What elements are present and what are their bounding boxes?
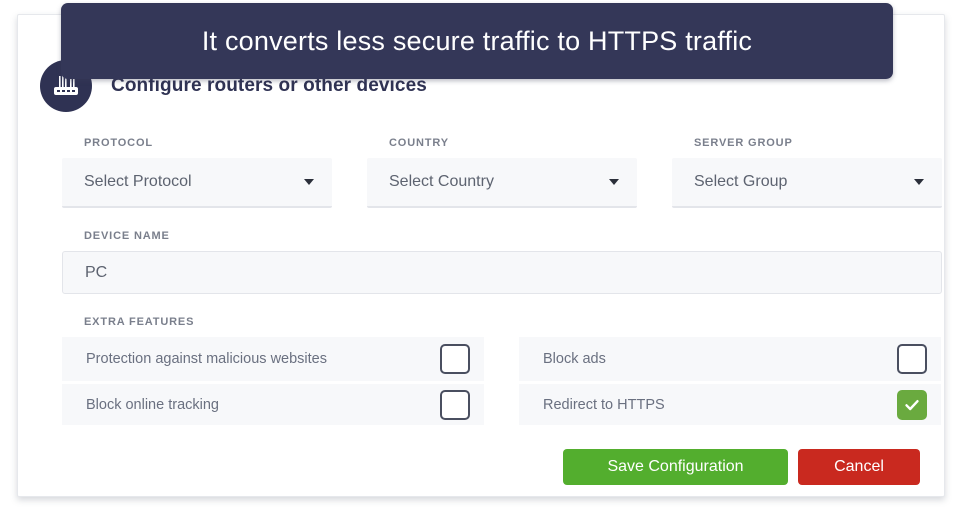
- device-name-input[interactable]: PC: [62, 251, 942, 294]
- feature-row[interactable]: Redirect to HTTPS: [519, 381, 941, 425]
- tooltip-callout: It converts less secure traffic to HTTPS…: [61, 3, 893, 79]
- cancel-button[interactable]: Cancel: [798, 449, 920, 485]
- device-name-field: DEVICE NAME PC: [62, 230, 942, 294]
- extra-features-list: Protection against malicious websites Bl…: [62, 337, 942, 425]
- country-select[interactable]: Select Country: [367, 158, 637, 208]
- protocol-label: PROTOCOL: [84, 137, 153, 149]
- protocol-select-value: Select Protocol: [84, 173, 192, 190]
- device-name-value: PC: [85, 263, 108, 281]
- device-config-form: PROTOCOL Select Protocol COUNTRY Select …: [62, 137, 942, 425]
- extra-features-left-column: Protection against malicious websites Bl…: [62, 337, 484, 425]
- country-field: COUNTRY Select Country: [367, 137, 637, 208]
- extra-features-label: EXTRA FEATURES: [84, 316, 195, 328]
- feature-row[interactable]: Block online tracking: [62, 381, 484, 425]
- feature-label: Block ads: [543, 351, 606, 367]
- feature-label: Protection against malicious websites: [86, 351, 327, 367]
- block-online-tracking-checkbox[interactable]: [440, 389, 470, 420]
- tooltip-text: It converts less secure traffic to HTTPS…: [201, 25, 753, 56]
- feature-row[interactable]: Protection against malicious websites: [62, 337, 484, 381]
- chevron-down-icon: [609, 179, 619, 185]
- server-group-label: SERVER GROUP: [694, 137, 793, 149]
- selects-row: PROTOCOL Select Protocol COUNTRY Select …: [62, 137, 942, 208]
- feature-label: Redirect to HTTPS: [543, 396, 665, 413]
- server-group-select[interactable]: Select Group: [672, 158, 942, 208]
- protocol-field: PROTOCOL Select Protocol: [62, 137, 332, 208]
- chevron-down-icon: [304, 179, 314, 185]
- malicious-websites-checkbox[interactable]: [440, 344, 470, 374]
- extra-features-right-column: Block ads Redirect to HTTPS: [519, 337, 941, 425]
- protocol-select[interactable]: Select Protocol: [62, 158, 332, 208]
- feature-row[interactable]: Block ads: [519, 337, 941, 381]
- block-ads-checkbox[interactable]: [897, 344, 927, 374]
- feature-label: Block online tracking: [86, 396, 219, 413]
- server-group-field: SERVER GROUP Select Group: [672, 137, 942, 208]
- device-name-label: DEVICE NAME: [84, 230, 170, 242]
- country-select-value: Select Country: [389, 173, 494, 190]
- configure-device-card: Configure routers or other devices PROTO…: [17, 14, 945, 497]
- chevron-down-icon: [914, 179, 924, 185]
- form-actions: Save Configuration Cancel: [563, 449, 920, 485]
- country-label: COUNTRY: [389, 137, 449, 149]
- save-configuration-button[interactable]: Save Configuration: [563, 449, 788, 485]
- redirect-to-https-checkbox[interactable]: [897, 389, 927, 420]
- server-group-select-value: Select Group: [694, 173, 788, 190]
